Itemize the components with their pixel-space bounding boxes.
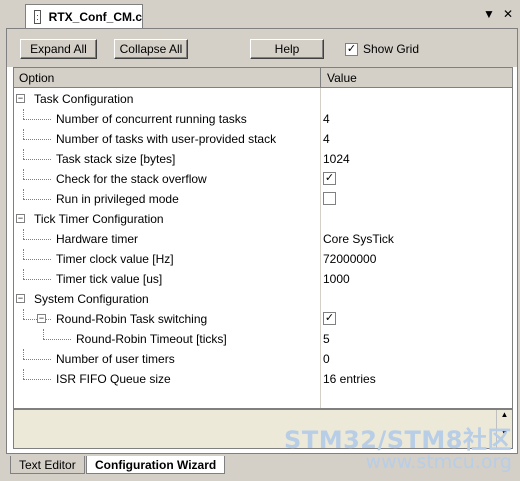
tree-connector (23, 189, 24, 199)
grid-row[interactable]: − Task Configuration (14, 89, 512, 109)
toolbar: Expand All Collapse All Help ✓ Show Grid (7, 29, 517, 67)
tab-strip: RTX_Conf_CM.c ▼ ✕ (0, 0, 520, 28)
option-checkbox[interactable]: ✓ (323, 312, 336, 325)
option-label: Timer clock value [Hz] (56, 252, 174, 266)
option-label: Task stack size [bytes] (56, 152, 176, 166)
grid-row[interactable]: Timer clock value [Hz] 72000000 (14, 249, 512, 269)
watermark-title: STM32/STM8社区 (284, 426, 512, 454)
file-icon (34, 9, 41, 24)
option-value[interactable]: 1000 (323, 272, 350, 286)
option-value[interactable]: 4 (323, 112, 330, 126)
option-value[interactable]: 4 (323, 132, 330, 146)
grid-row[interactable]: Number of tasks with user-provided stack… (14, 129, 512, 149)
show-grid-checkbox[interactable]: ✓ (345, 42, 358, 56)
option-label: Number of concurrent running tasks (56, 112, 247, 126)
tree-connector (23, 369, 24, 379)
grid-row[interactable]: − System Configuration (14, 289, 512, 309)
chevron-down-icon[interactable]: ▼ (483, 7, 495, 21)
tree-connector (23, 229, 24, 239)
tree-connector (23, 169, 24, 179)
option-label: Timer tick value [us] (56, 272, 163, 286)
config-wizard-panel: Expand All Collapse All Help ✓ Show Grid… (6, 28, 518, 454)
expand-all-button[interactable]: Expand All (20, 39, 97, 59)
option-value[interactable]: 16 entries (323, 372, 376, 386)
close-icon[interactable]: ✕ (503, 7, 513, 21)
grid-row[interactable]: Task stack size [bytes] 1024 (14, 149, 512, 169)
option-label: Hardware timer (56, 232, 139, 246)
watermark: STM32/STM8社区 www.stmcu.org (284, 420, 512, 473)
tree-connector (23, 309, 24, 319)
option-value[interactable]: 0 (323, 352, 330, 366)
option-value[interactable]: 72000000 (323, 252, 376, 266)
option-value[interactable]: Core SysTick (323, 232, 394, 246)
tree-connector (23, 159, 51, 160)
option-label: Round-Robin Task switching (56, 312, 208, 326)
tree-connector (23, 359, 51, 360)
tab-configuration-wizard[interactable]: Configuration Wizard (86, 456, 226, 474)
option-label: Round-Robin Timeout [ticks] (76, 332, 227, 346)
grid-row[interactable]: − Round-Robin Task switching ✓ (14, 309, 512, 329)
option-value[interactable]: 5 (323, 332, 330, 346)
option-label: Tick Timer Configuration (34, 212, 164, 226)
grid-row[interactable]: Number of user timers 0 (14, 349, 512, 369)
option-label: System Configuration (34, 292, 149, 306)
option-label: Number of user timers (56, 352, 175, 366)
tree-connector (43, 339, 71, 340)
collapse-icon[interactable]: − (16, 94, 25, 103)
tree-connector (23, 349, 24, 359)
tree-connector (23, 249, 24, 259)
tree-connector (23, 259, 51, 260)
grid-row[interactable]: Check for the stack overflow ✓ (14, 169, 512, 189)
tree-connector (23, 149, 24, 159)
tree-connector (23, 199, 51, 200)
column-separator[interactable] (320, 68, 321, 88)
tab-title: RTX_Conf_CM.c (48, 9, 142, 24)
tree-connector (23, 109, 24, 119)
tab-text-editor[interactable]: Text Editor (10, 456, 85, 474)
option-checkbox[interactable] (323, 192, 336, 205)
option-label: Run in privileged mode (56, 192, 179, 206)
collapse-icon[interactable]: − (16, 294, 25, 303)
option-label: Number of tasks with user-provided stack (56, 132, 277, 146)
collapse-all-button[interactable]: Collapse All (114, 39, 188, 59)
help-button[interactable]: Help (250, 39, 324, 59)
show-grid-toggle[interactable]: ✓ Show Grid (345, 42, 419, 56)
column-header-option: Option (19, 71, 55, 85)
option-label: ISR FIFO Queue size (56, 372, 171, 386)
grid-row[interactable]: Hardware timer Core SysTick (14, 229, 512, 249)
collapse-icon[interactable]: − (16, 214, 25, 223)
option-label: Check for the stack overflow (56, 172, 207, 186)
grid-row[interactable]: Round-Robin Timeout [ticks] 5 (14, 329, 512, 349)
option-label: Task Configuration (34, 92, 134, 106)
tree-connector (23, 139, 51, 140)
grid-row[interactable]: ISR FIFO Queue size 16 entries (14, 369, 512, 389)
tree-connector (23, 269, 24, 279)
grid-rows: − Task Configuration Number of concurrent … (14, 89, 512, 389)
collapse-icon[interactable]: − (37, 314, 46, 323)
tree-connector (23, 279, 51, 280)
tree-connector (23, 179, 51, 180)
options-grid: Option Value − Task Configuration Number o… (13, 67, 513, 409)
grid-row[interactable]: Timer tick value [us] 1000 (14, 269, 512, 289)
column-header-value: Value (327, 71, 357, 85)
option-value[interactable]: 1024 (323, 152, 350, 166)
tree-connector (43, 329, 44, 339)
grid-header: Option Value (14, 68, 512, 88)
grid-row[interactable]: Run in privileged mode (14, 189, 512, 209)
tree-connector (23, 129, 24, 139)
show-grid-label: Show Grid (363, 42, 420, 56)
grid-row[interactable]: Number of concurrent running tasks 4 (14, 109, 512, 129)
option-checkbox[interactable]: ✓ (323, 172, 336, 185)
tab-rtx-conf[interactable]: RTX_Conf_CM.c (25, 4, 143, 28)
tree-connector (23, 239, 51, 240)
tree-connector (23, 379, 51, 380)
grid-row[interactable]: − Tick Timer Configuration (14, 209, 512, 229)
tree-connector (23, 119, 51, 120)
